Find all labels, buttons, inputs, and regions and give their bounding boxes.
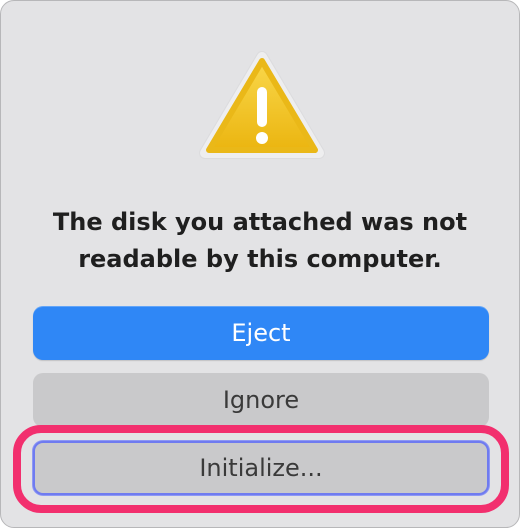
ignore-button[interactable]: Ignore [33, 373, 489, 427]
alert-message: The disk you attached was not readable b… [52, 208, 468, 273]
eject-button[interactable]: Eject [33, 306, 489, 360]
disk-alert-dialog: The disk you attached was not readable b… [0, 0, 520, 528]
initialize-button[interactable]: Initialize... [33, 441, 489, 495]
warning-triangle-icon [199, 51, 325, 161]
